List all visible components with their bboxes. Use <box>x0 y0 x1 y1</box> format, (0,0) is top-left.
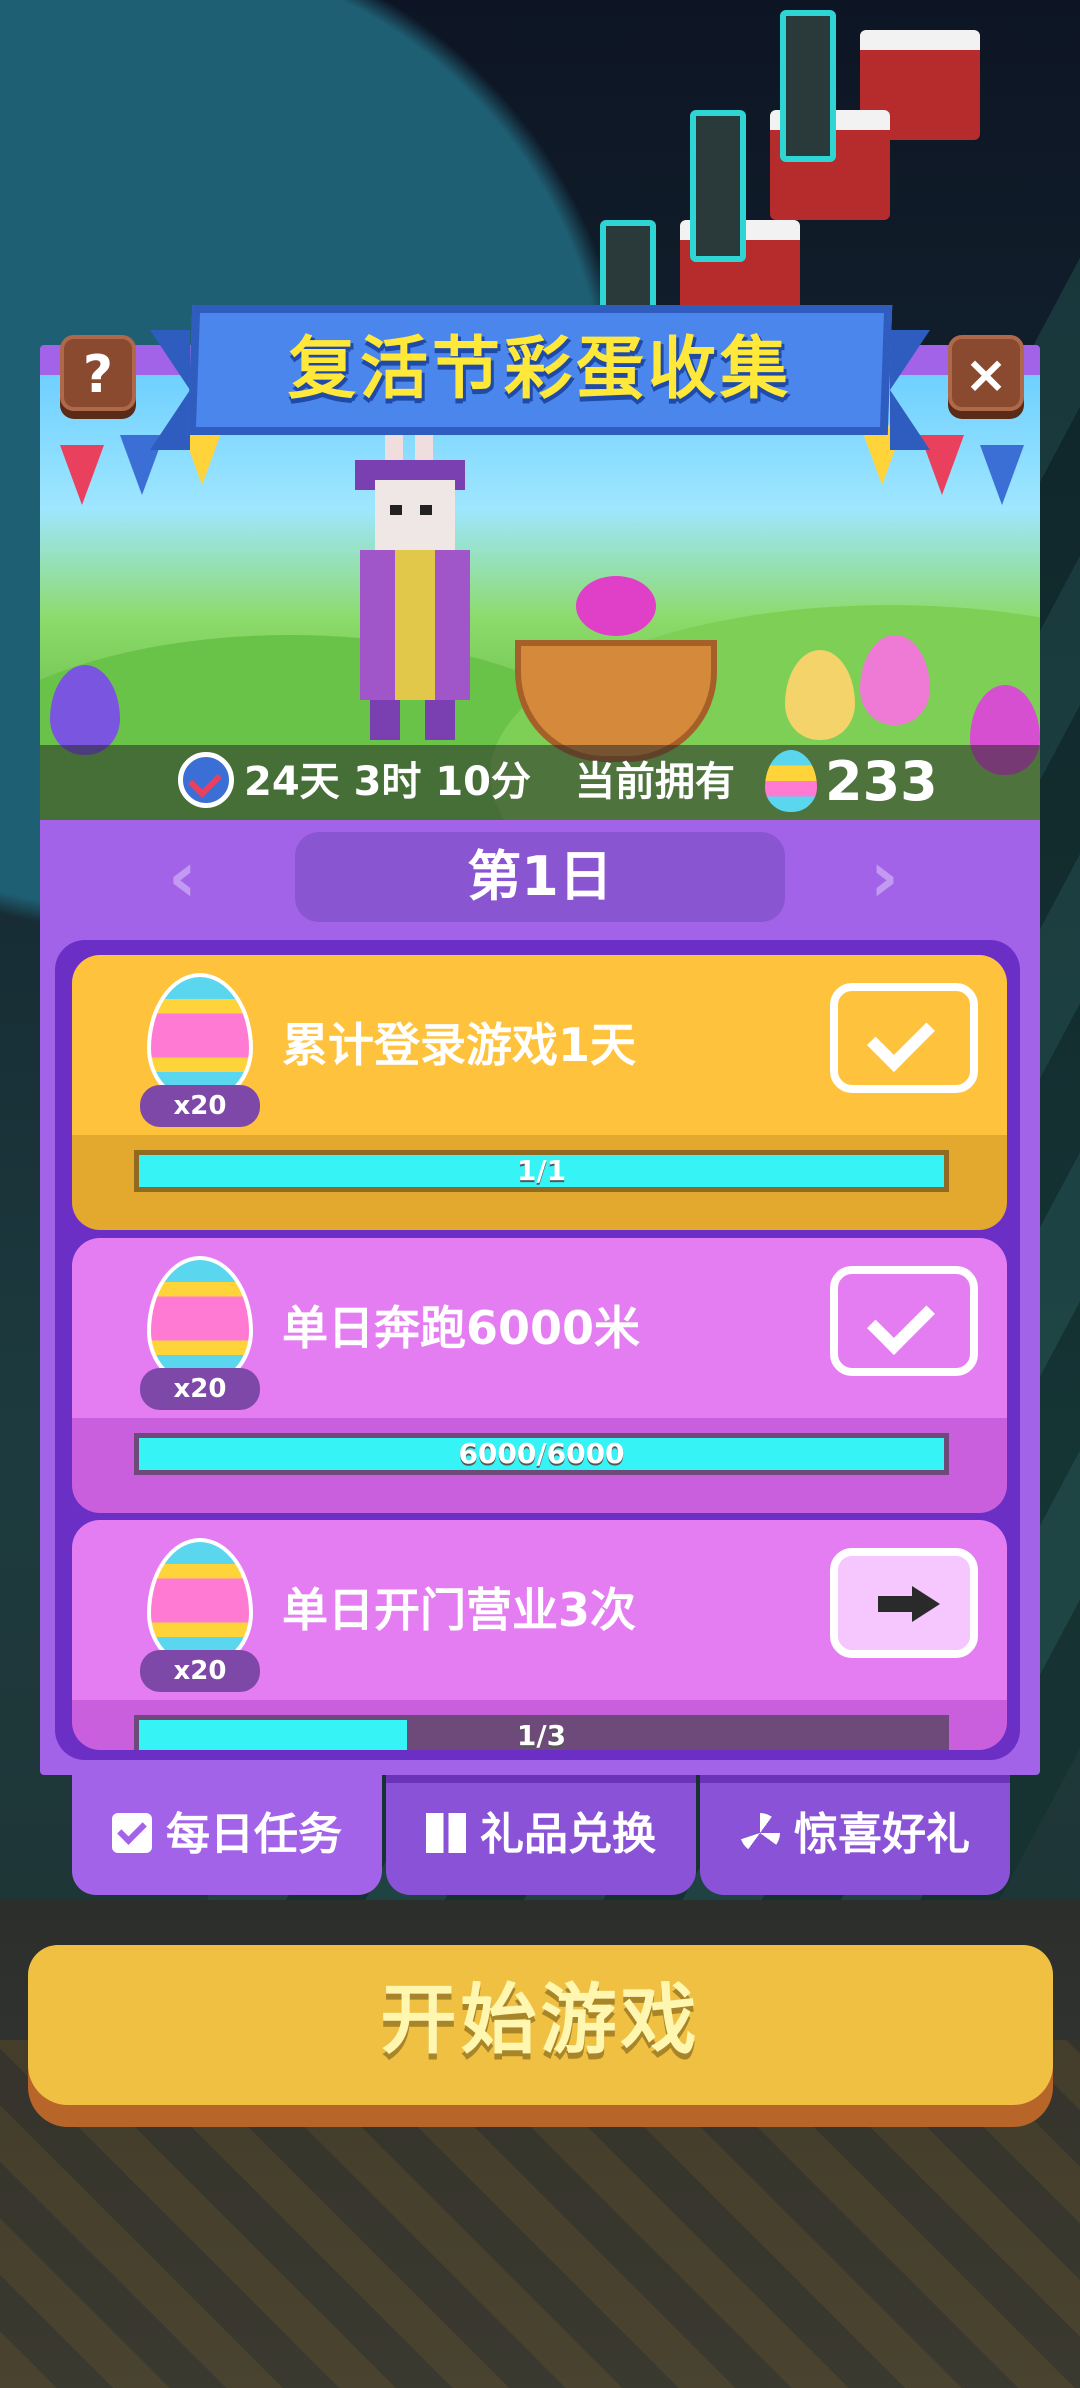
tab-surprise-gifts[interactable]: 惊喜好礼 <box>700 1775 1010 1895</box>
owned-count: 233 <box>825 750 938 813</box>
reward-count: x20 <box>140 1650 260 1692</box>
task-card: x20 累计登录游戏1天 1/1 <box>72 955 1007 1230</box>
task-card: x20 单日开门营业3次 1/3 <box>72 1520 1007 1750</box>
tab-gift-exchange[interactable]: 礼品兑换 <box>386 1775 696 1895</box>
progress-text: 1/3 <box>516 1719 567 1751</box>
checkbox-icon <box>112 1813 152 1853</box>
tab-daily-tasks[interactable]: 每日任务 <box>72 1775 382 1895</box>
task-progress-bar: 6000/6000 <box>134 1433 949 1475</box>
tab-label: 惊喜好礼 <box>794 1809 970 1860</box>
ribbon-left-tail <box>150 330 190 450</box>
task-label: 累计登录游戏1天 <box>282 1018 637 1072</box>
progress-text: 6000/6000 <box>458 1437 625 1470</box>
help-button[interactable]: ? <box>60 335 136 411</box>
clock-icon <box>178 752 234 808</box>
owned-label: 当前拥有 <box>575 759 735 805</box>
close-button[interactable]: × <box>948 335 1024 411</box>
next-day-button[interactable]: › <box>870 842 899 912</box>
event-title: 复活节彩蛋收集 <box>287 330 792 409</box>
completed-check-button[interactable] <box>830 1266 978 1376</box>
ribbon-right-tail <box>890 330 930 450</box>
arrow-right-icon <box>878 1586 940 1622</box>
completed-check-button[interactable] <box>830 983 978 1093</box>
start-game-button[interactable]: 开始游戏 <box>28 1945 1053 2105</box>
reward-count: x20 <box>140 1085 260 1127</box>
tab-label: 每日任务 <box>166 1809 342 1860</box>
task-card: x20 单日奔跑6000米 6000/6000 <box>72 1238 1007 1513</box>
go-to-task-button[interactable] <box>830 1548 978 1658</box>
bunny-character-icon <box>355 420 470 740</box>
sparkle-icon <box>740 1813 780 1853</box>
reward-count: x20 <box>140 1368 260 1410</box>
day-label: 第1日 <box>295 832 785 922</box>
countdown-text: 24天 3时 10分 <box>244 759 532 805</box>
gift-icon <box>426 1813 466 1853</box>
tab-label: 礼品兑换 <box>480 1809 656 1860</box>
task-label: 单日奔跑6000米 <box>282 1301 641 1355</box>
task-progress-bar: 1/3 <box>134 1715 949 1750</box>
task-label: 单日开门营业3次 <box>282 1583 637 1637</box>
prev-day-button[interactable]: ‹ <box>168 842 197 912</box>
progress-text: 1/1 <box>516 1154 567 1187</box>
task-progress-bar: 1/1 <box>134 1150 949 1192</box>
